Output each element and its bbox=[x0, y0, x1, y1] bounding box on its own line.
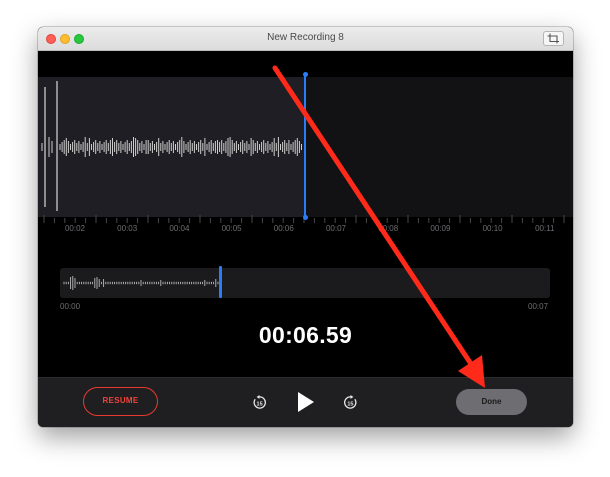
tick-label: 00:10 bbox=[482, 224, 503, 233]
tick-label: 00:02 bbox=[64, 224, 86, 233]
tick-label: 00:05 bbox=[221, 224, 242, 233]
tick-label: 00:03 bbox=[117, 224, 138, 233]
resume-button[interactable]: RESUME bbox=[83, 387, 158, 416]
playhead-bottom-handle[interactable] bbox=[302, 215, 308, 220]
title-bar: New Recording 8 bbox=[38, 27, 573, 51]
waveform bbox=[41, 81, 302, 211]
voice-memos-window: New Recording 8 00:02 00:03 00:04 00:05 … bbox=[38, 27, 573, 427]
skip-forward-seconds: 15 bbox=[347, 401, 353, 407]
overview-start-time: 00:00 bbox=[60, 302, 81, 311]
tick-label: 00:07 bbox=[325, 224, 347, 233]
tick-label: 00:08 bbox=[378, 224, 399, 233]
done-button[interactable]: Done bbox=[456, 389, 527, 415]
tick-label: 00:04 bbox=[169, 224, 190, 233]
overview-waveform bbox=[63, 276, 219, 290]
playhead-top-handle[interactable] bbox=[302, 72, 308, 77]
trim-button[interactable] bbox=[543, 31, 564, 46]
crop-icon bbox=[547, 33, 559, 44]
skip-forward-15-icon[interactable]: 15 bbox=[343, 395, 358, 410]
play-icon[interactable] bbox=[297, 391, 315, 413]
skip-back-seconds: 15 bbox=[257, 401, 263, 407]
skip-back-15-icon[interactable]: 15 bbox=[252, 395, 267, 410]
playhead[interactable] bbox=[304, 74, 306, 218]
control-bar: RESUME 15 15 Done bbox=[38, 377, 573, 427]
overview-end-time: 00:07 bbox=[528, 302, 549, 311]
elapsed-time: 00:06.59 bbox=[258, 322, 353, 348]
tick-label: 00:11 bbox=[535, 224, 555, 233]
tick-label: 00:06 bbox=[273, 224, 294, 233]
tick-label: 00:09 bbox=[430, 224, 451, 233]
overview-playhead[interactable] bbox=[219, 266, 222, 298]
window-title: New Recording 8 bbox=[267, 32, 344, 43]
